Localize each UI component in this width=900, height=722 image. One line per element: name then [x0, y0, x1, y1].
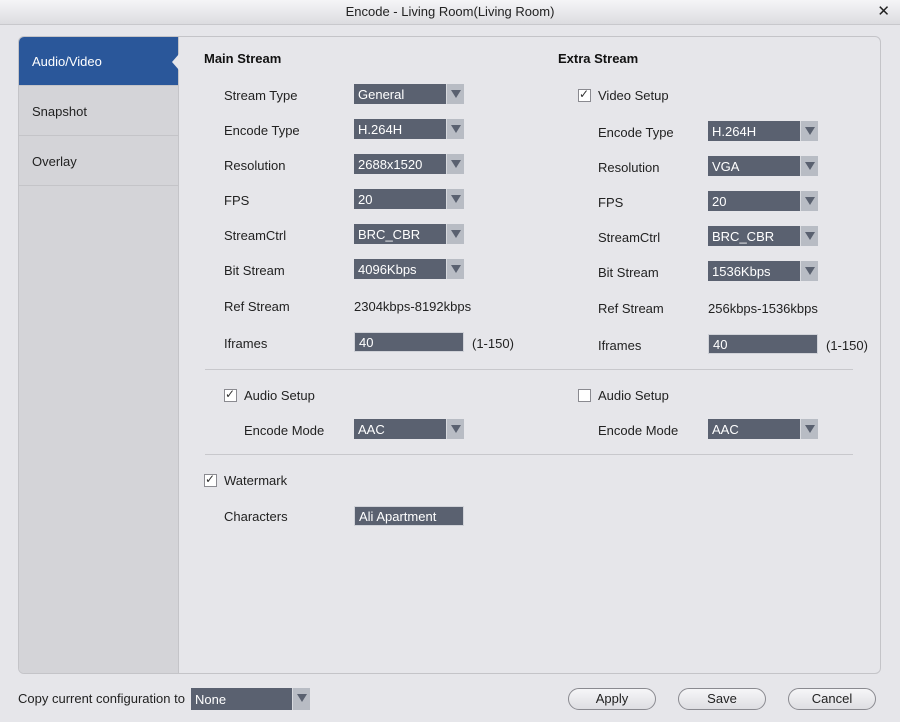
select-value: BRC_CBR — [712, 229, 775, 244]
select-value: BRC_CBR — [358, 227, 421, 242]
select-value: General — [358, 87, 405, 102]
extra-refstream-value: 256kbps-1536kbps — [708, 301, 818, 316]
main-fps-label: FPS — [224, 193, 250, 208]
select-value: AAC — [358, 422, 385, 437]
chevron-down-icon[interactable] — [446, 419, 464, 439]
extra-iframes-label: Iframes — [598, 338, 642, 353]
tab-audio-video[interactable]: Audio/Video — [19, 37, 179, 86]
select-value: H.264H — [358, 122, 403, 137]
select-value: None — [195, 692, 227, 707]
main-stream-type-label: Stream Type — [224, 88, 298, 103]
main-refstream-label: Ref Stream — [224, 299, 290, 314]
extra-fps-select[interactable]: 20 — [708, 191, 818, 211]
tab-overlay[interactable]: Overlay — [19, 137, 178, 186]
chevron-down-icon[interactable] — [446, 259, 464, 279]
select-value: 20 — [358, 192, 373, 207]
characters-label: Characters — [224, 509, 288, 524]
copy-config-label: Copy current configuration to — [18, 691, 185, 706]
extra-bitstream-label: Bit Stream — [598, 265, 659, 280]
main-audio-setup-checkbox[interactable] — [224, 387, 237, 402]
divider — [205, 454, 853, 455]
tab-snapshot[interactable]: Snapshot — [19, 87, 178, 136]
main-encode-type-label: Encode Type — [224, 123, 300, 138]
extra-video-setup-label: Video Setup — [598, 88, 669, 103]
extra-refstream-label: Ref Stream — [598, 301, 664, 316]
main-streamctrl-select[interactable]: BRC_CBR — [354, 224, 464, 244]
select-value: VGA — [712, 159, 740, 174]
chevron-down-icon[interactable] — [292, 688, 310, 710]
encode-panel: Audio/Video Snapshot Overlay Main Stream… — [18, 36, 881, 674]
main-bitstream-label: Bit Stream — [224, 263, 285, 278]
input-value: Ali Apartment — [359, 509, 437, 524]
apply-button[interactable]: Apply — [568, 688, 656, 710]
chevron-down-icon[interactable] — [800, 191, 818, 211]
extra-audio-setup-label: Audio Setup — [598, 388, 669, 403]
main-iframes-label: Iframes — [224, 336, 268, 351]
extra-video-setup-checkbox[interactable] — [578, 87, 591, 102]
close-icon[interactable]: ✕ — [877, 2, 890, 20]
main-bitstream-select[interactable]: 4096Kbps — [354, 259, 464, 279]
extra-encode-type-select[interactable]: H.264H — [708, 121, 818, 141]
main-iframes-range: (1-150) — [472, 336, 514, 351]
chevron-down-icon[interactable] — [446, 119, 464, 139]
chevron-down-icon[interactable] — [800, 226, 818, 246]
extra-streamctrl-select[interactable]: BRC_CBR — [708, 226, 818, 246]
window-title: Encode - Living Room(Living Room) — [345, 4, 555, 19]
main-encode-type-select[interactable]: H.264H — [354, 119, 464, 139]
main-resolution-label: Resolution — [224, 158, 286, 173]
main-resolution-select[interactable]: 2688x1520 — [354, 154, 464, 174]
copy-config-select[interactable]: None — [191, 688, 310, 710]
save-button[interactable]: Save — [678, 688, 766, 710]
input-value: 40 — [713, 337, 728, 352]
select-value: 20 — [712, 194, 727, 209]
watermark-checkbox[interactable] — [204, 472, 217, 487]
tab-label: Audio/Video — [32, 54, 102, 69]
tab-label: Overlay — [32, 154, 77, 169]
main-streamctrl-label: StreamCtrl — [224, 228, 287, 243]
select-value: 1536Kbps — [712, 264, 771, 279]
chevron-down-icon[interactable] — [800, 419, 818, 439]
characters-input[interactable]: Ali Apartment — [354, 506, 464, 526]
extra-bitstream-select[interactable]: 1536Kbps — [708, 261, 818, 281]
divider — [205, 369, 853, 370]
select-value: 4096Kbps — [358, 262, 417, 277]
watermark-label: Watermark — [224, 473, 288, 488]
main-refstream-value: 2304kbps-8192kbps — [354, 299, 472, 314]
chevron-down-icon[interactable] — [800, 261, 818, 281]
extra-stream-title: Extra Stream — [558, 51, 639, 66]
sidebar: Audio/Video Snapshot Overlay — [19, 37, 179, 673]
extra-encode-type-label: Encode Type — [598, 125, 674, 140]
chevron-down-icon[interactable] — [446, 84, 464, 104]
main-encode-mode-label: Encode Mode — [244, 423, 325, 438]
select-value: H.264H — [712, 124, 757, 139]
select-value: 2688x1520 — [358, 157, 423, 172]
extra-encode-mode-select[interactable]: AAC — [708, 419, 818, 439]
chevron-down-icon[interactable] — [446, 189, 464, 209]
extra-fps-label: FPS — [598, 195, 624, 210]
main-stream-type-select[interactable]: General — [354, 84, 464, 104]
chevron-down-icon[interactable] — [446, 224, 464, 244]
cancel-button[interactable]: Cancel — [788, 688, 876, 710]
extra-encode-mode-label: Encode Mode — [598, 423, 679, 438]
tab-label: Snapshot — [32, 104, 87, 119]
extra-audio-setup-checkbox[interactable] — [578, 389, 591, 402]
extra-streamctrl-label: StreamCtrl — [598, 230, 661, 245]
extra-resolution-select[interactable]: VGA — [708, 156, 818, 176]
select-value: AAC — [712, 422, 739, 437]
title-bar: Encode - Living Room(Living Room) ✕ — [0, 0, 900, 25]
extra-iframes-input[interactable]: 40 — [708, 334, 818, 354]
input-value: 40 — [359, 335, 374, 350]
main-iframes-input[interactable]: 40 — [354, 332, 464, 352]
extra-iframes-range: (1-150) — [826, 338, 868, 353]
chevron-down-icon[interactable] — [800, 121, 818, 141]
chevron-down-icon[interactable] — [446, 154, 464, 174]
main-encode-mode-select[interactable]: AAC — [354, 419, 464, 439]
main-fps-select[interactable]: 20 — [354, 189, 464, 209]
chevron-down-icon[interactable] — [800, 156, 818, 176]
extra-resolution-label: Resolution — [598, 160, 660, 175]
main-audio-setup-label: Audio Setup — [244, 388, 315, 403]
main-stream-title: Main Stream — [204, 51, 282, 66]
